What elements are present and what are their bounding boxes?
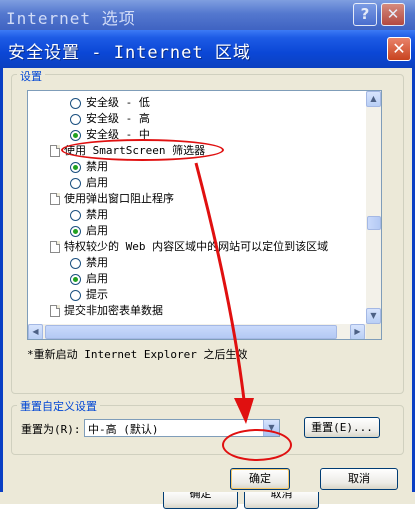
annotation-arrow-icon: [194, 162, 254, 424]
